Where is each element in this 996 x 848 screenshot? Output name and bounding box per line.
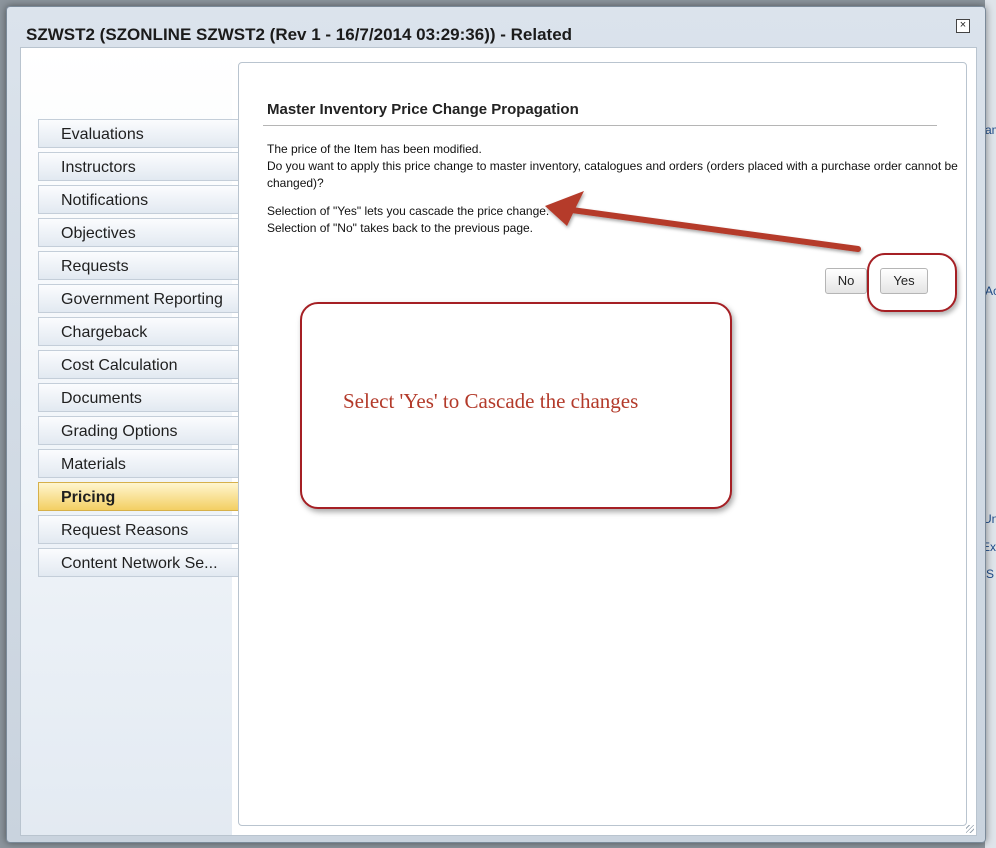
content-panel: Master Inventory Price Change Propagatio… <box>238 62 967 826</box>
sidebar-item-documents[interactable]: Documents <box>38 383 238 412</box>
sidebar-item-evaluations[interactable]: Evaluations <box>38 119 238 148</box>
message-line: The price of the Item has been modified. <box>267 142 482 156</box>
message-line: changed)? <box>267 176 324 190</box>
related-dialog: SZWST2 (SZONLINE SZWST2 (Rev 1 - 16/7/20… <box>6 6 986 843</box>
no-button[interactable]: No <box>825 268 867 294</box>
sidebar-item-pricing[interactable]: Pricing <box>38 482 264 512</box>
message-line: Selection of "No" takes back to the prev… <box>267 221 534 235</box>
sidebar-item-grading-options[interactable]: Grading Options <box>38 416 238 445</box>
message-line: Selection of "Yes" lets you cascade the … <box>267 204 550 218</box>
background-text: am <box>985 123 996 137</box>
sidebar-item-request-reasons[interactable]: Request Reasons <box>38 515 238 544</box>
close-icon[interactable]: × <box>956 19 970 33</box>
callout-box: Select 'Yes' to Cascade the changes <box>300 302 732 509</box>
callout-text: Select 'Yes' to Cascade the changes <box>343 389 639 413</box>
message-line: Do you want to apply this price change t… <box>267 159 958 173</box>
background-text: Ac <box>985 284 996 298</box>
sidebar-item-requests[interactable]: Requests <box>38 251 238 280</box>
resize-grip-icon[interactable] <box>966 825 974 833</box>
page-title: Master Inventory Price Change Propagatio… <box>267 101 579 118</box>
sidebar-item-government-reporting[interactable]: Government Reporting <box>38 284 238 313</box>
title-divider <box>263 125 937 126</box>
sidebar-item-content-network[interactable]: Content Network Se... <box>38 548 238 577</box>
sidebar-item-notifications[interactable]: Notifications <box>38 185 238 214</box>
sidebar-item-materials[interactable]: Materials <box>38 449 238 478</box>
sidebar-item-cost-calculation[interactable]: Cost Calculation <box>38 350 238 379</box>
background-text: S <box>986 567 995 581</box>
sidebar: Evaluations Instructors Notifications Ob… <box>21 48 264 835</box>
dialog-body: Evaluations Instructors Notifications Ob… <box>20 47 977 836</box>
sidebar-nav: Evaluations Instructors Notifications Ob… <box>38 119 264 581</box>
sidebar-item-instructors[interactable]: Instructors <box>38 152 238 181</box>
yes-highlight-ring <box>867 253 957 312</box>
sidebar-item-chargeback[interactable]: Chargeback <box>38 317 238 346</box>
dialog-title: SZWST2 (SZONLINE SZWST2 (Rev 1 - 16/7/20… <box>26 25 573 44</box>
sidebar-item-objectives[interactable]: Objectives <box>38 218 238 247</box>
